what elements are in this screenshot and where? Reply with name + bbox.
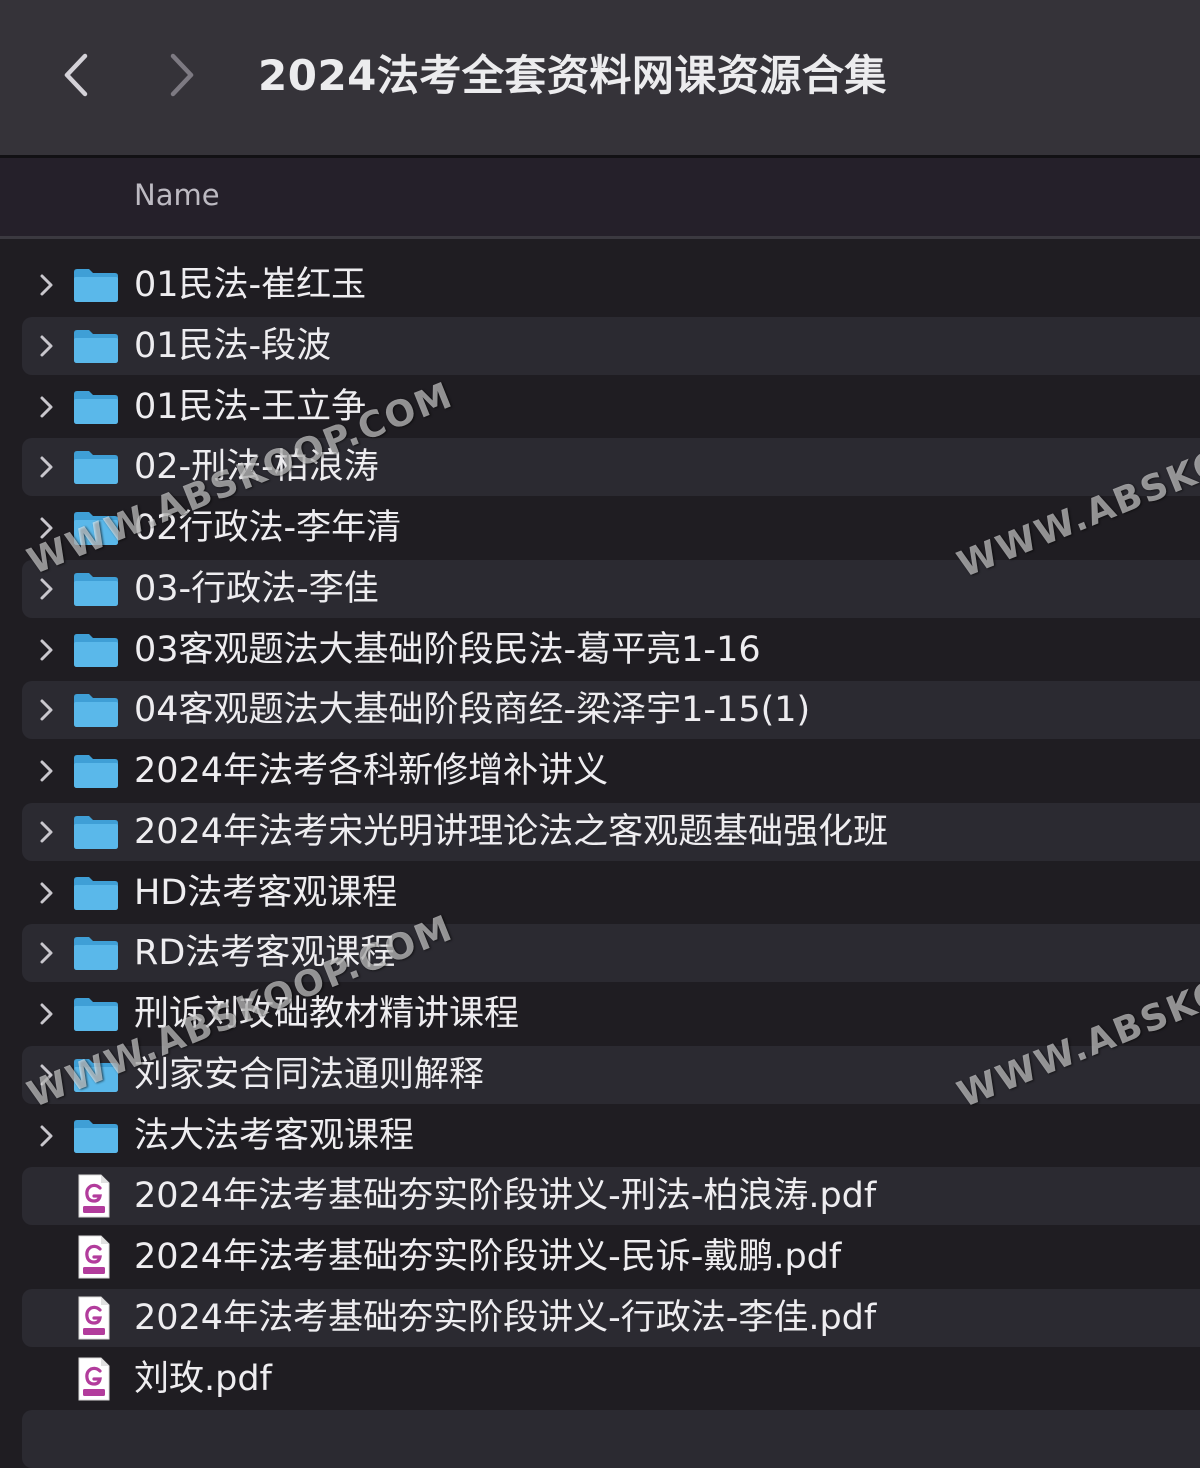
- disclosure-chevron-icon[interactable]: [36, 637, 56, 663]
- empty-row: [22, 1410, 1200, 1468]
- item-name: 01民法-王立争: [134, 386, 367, 427]
- folder-row[interactable]: 04客观题法大基础阶段商经-梁泽宇1-15(1): [22, 681, 1200, 740]
- folder-row[interactable]: 02-刑法-柏浪涛: [22, 438, 1200, 497]
- disclosure-chevron-icon[interactable]: [36, 394, 56, 420]
- header-divider: [0, 236, 1200, 239]
- disclosure-chevron-icon[interactable]: [36, 697, 56, 723]
- folder-row[interactable]: 法大法考客观课程: [22, 1107, 1200, 1165]
- disclosure-chevron-icon[interactable]: [36, 880, 56, 906]
- column-header: Name: [0, 158, 1200, 236]
- window-title: 2024法考全套资料网课资源合集: [258, 51, 887, 100]
- pdf-file-icon: [78, 1174, 110, 1218]
- item-name: 2024年法考基础夯实阶段讲义-民诉-戴鹏.pdf: [134, 1237, 842, 1277]
- item-name: HD法考客观课程: [134, 872, 398, 913]
- disclosure-chevron-icon[interactable]: [36, 576, 56, 602]
- file-row[interactable]: 刘玫.pdf: [22, 1350, 1200, 1408]
- disclosure-chevron-icon[interactable]: [36, 1062, 56, 1088]
- item-name: 01民法-段波: [134, 325, 332, 366]
- folder-icon: [74, 572, 118, 606]
- folder-row[interactable]: HD法考客观课程: [22, 864, 1200, 922]
- file-row[interactable]: 2024年法考基础夯实阶段讲义-民诉-戴鹏.pdf: [22, 1228, 1200, 1286]
- disclosure-chevron-icon[interactable]: [36, 940, 56, 966]
- item-name: 2024年法考宋光明讲理论法之客观题基础强化班: [134, 811, 889, 852]
- folder-icon: [74, 1119, 118, 1153]
- item-name: 2024年法考各科新修增补讲义: [134, 751, 609, 791]
- folder-row[interactable]: 03-行政法-李佳: [22, 559, 1200, 618]
- disclosure-chevron-icon[interactable]: [36, 758, 56, 784]
- item-name: 02-刑法-柏浪涛: [134, 447, 379, 488]
- folder-icon: [74, 633, 118, 667]
- file-row[interactable]: 2024年法考基础夯实阶段讲义-刑法-柏浪涛.pdf: [22, 1167, 1200, 1226]
- item-name: 刘家安合同法通则解释: [134, 1054, 485, 1095]
- folder-icon: [74, 512, 118, 545]
- item-name: 01民法-崔红玉: [134, 265, 367, 305]
- forward-button[interactable]: [158, 48, 206, 102]
- folder-row[interactable]: 01民法-段波: [22, 316, 1200, 375]
- folder-icon: [74, 329, 118, 363]
- folder-row[interactable]: 03客观题法大基础阶段民法-葛平亮1-16: [22, 621, 1200, 679]
- folder-row[interactable]: 02行政法-李年清: [22, 499, 1200, 557]
- pdf-file-icon: [78, 1296, 110, 1340]
- folder-row[interactable]: 01民法-崔红玉: [22, 256, 1200, 314]
- disclosure-chevron-icon[interactable]: [36, 333, 56, 359]
- folder-icon: [74, 815, 118, 849]
- folder-icon: [74, 937, 118, 971]
- pdf-file-icon: [78, 1357, 110, 1400]
- item-name: 2024年法考基础夯实阶段讲义-行政法-李佳.pdf: [134, 1297, 877, 1338]
- folder-row[interactable]: 2024年法考各科新修增补讲义: [22, 742, 1200, 800]
- folder-row[interactable]: 刘家安合同法通则解释: [22, 1045, 1200, 1104]
- item-name: 03客观题法大基础阶段民法-葛平亮1-16: [134, 629, 761, 670]
- folder-icon: [74, 269, 118, 302]
- pdf-file-icon: [78, 1235, 110, 1279]
- folder-row[interactable]: RD法考客观课程: [22, 924, 1200, 983]
- disclosure-chevron-icon[interactable]: [36, 819, 56, 845]
- item-name: 03-行政法-李佳: [134, 568, 379, 609]
- disclosure-chevron-icon[interactable]: [36, 272, 56, 298]
- folder-icon: [74, 1058, 118, 1092]
- folder-icon: [74, 755, 118, 788]
- disclosure-chevron-icon[interactable]: [36, 515, 56, 541]
- folder-row[interactable]: 刑诉刘玫础教材精讲课程: [22, 985, 1200, 1043]
- item-name: 04客观题法大基础阶段商经-梁泽宇1-15(1): [134, 690, 811, 731]
- chevron-right-icon: [170, 53, 194, 97]
- folder-row[interactable]: 01民法-王立争: [22, 378, 1200, 436]
- back-button[interactable]: [52, 48, 100, 102]
- item-name: 2024年法考基础夯实阶段讲义-刑法-柏浪涛.pdf: [134, 1176, 877, 1217]
- item-name: RD法考客观课程: [134, 933, 396, 974]
- item-name: 刘玫.pdf: [134, 1358, 272, 1399]
- disclosure-chevron-icon[interactable]: [36, 454, 56, 480]
- folder-icon: [74, 390, 118, 424]
- folder-icon: [74, 876, 118, 910]
- item-name: 02行政法-李年清: [134, 508, 402, 548]
- folder-icon: [74, 694, 118, 728]
- disclosure-chevron-icon[interactable]: [36, 1001, 56, 1027]
- file-row[interactable]: 2024年法考基础夯实阶段讲义-行政法-李佳.pdf: [22, 1288, 1200, 1347]
- folder-icon: [74, 998, 118, 1031]
- folder-icon: [74, 451, 118, 485]
- item-name: 刑诉刘玫础教材精讲课程: [134, 994, 520, 1034]
- chevron-left-icon: [64, 53, 88, 97]
- folder-row[interactable]: 2024年法考宋光明讲理论法之客观题基础强化班: [22, 802, 1200, 861]
- name-column-header[interactable]: Name: [134, 178, 220, 212]
- item-name: 法大法考客观课程: [134, 1115, 415, 1156]
- window-toolbar: 2024法考全套资料网课资源合集: [0, 0, 1200, 155]
- disclosure-chevron-icon[interactable]: [36, 1123, 56, 1149]
